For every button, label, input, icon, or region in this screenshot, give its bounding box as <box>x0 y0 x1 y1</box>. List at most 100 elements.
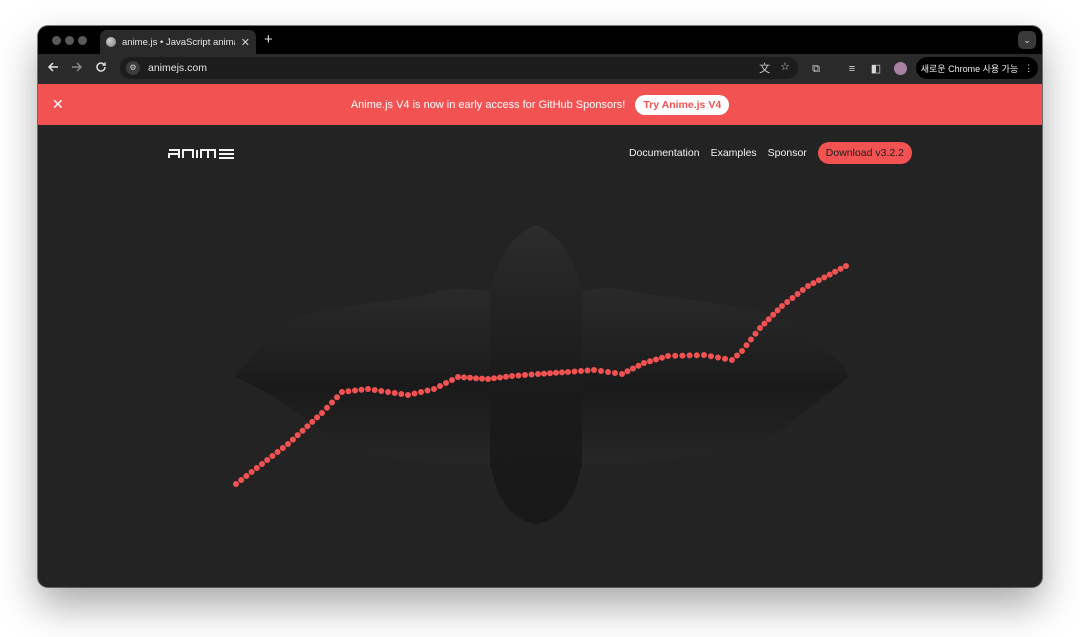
trail-dot <box>630 365 636 372</box>
trail-dot <box>612 370 618 376</box>
puzzle-icon[interactable]: ⧉ <box>808 60 824 78</box>
trail-dot <box>799 287 806 293</box>
star-icon[interactable]: ☆ <box>780 60 790 76</box>
trail-dot <box>279 445 286 451</box>
trail-dot <box>584 367 591 374</box>
site-page: anime Documentation Examples Sponsor Dow… <box>38 125 1042 587</box>
trail-dot <box>553 369 559 376</box>
translate-icon[interactable]: 文 <box>759 60 770 76</box>
browser-toolbar: ⚙ animejs.com 文 ☆ ⧉ ≡ ◧ 새로운 Chrome 사용 가능… <box>38 54 1042 84</box>
trail-dot <box>385 389 391 395</box>
trail-dot <box>443 380 449 386</box>
minimize-window-button[interactable] <box>65 36 74 45</box>
sponsor-banner: ✕ Anime.js V4 is now in early access for… <box>38 84 1042 125</box>
trail-dot <box>729 357 735 363</box>
close-window-button[interactable] <box>52 36 61 45</box>
trail-dot <box>578 368 584 374</box>
trail-dot <box>294 432 301 439</box>
kebab-menu-icon[interactable]: ⋮ <box>1024 63 1033 74</box>
trail-dot <box>810 280 817 287</box>
trail-dot <box>264 457 271 463</box>
tab-search-button[interactable]: ⌄ <box>1018 31 1036 49</box>
trail-dot <box>365 386 371 392</box>
trail-dot <box>329 399 335 406</box>
trail-dot <box>528 371 535 378</box>
trail-dot <box>431 386 437 392</box>
trail-dot <box>304 423 311 430</box>
back-button[interactable] <box>44 60 62 78</box>
trail-dot <box>378 388 385 394</box>
trail-dot <box>686 352 693 359</box>
arrow-left-icon <box>47 62 58 72</box>
trail-dot <box>339 389 345 395</box>
trail-dot <box>449 377 455 383</box>
trail-dot <box>473 375 479 382</box>
trail-dot <box>653 356 659 363</box>
trail-dot <box>770 311 777 318</box>
trail-dot <box>815 277 822 284</box>
trail-dot <box>765 316 772 323</box>
trail-dot <box>424 387 431 394</box>
trail-dot <box>289 436 296 443</box>
trail-dot <box>832 268 839 275</box>
wave-shape-left <box>234 289 490 465</box>
banner-message: Anime.js V4 is now in early access for G… <box>350 98 626 111</box>
tune-icon[interactable]: ⚙ <box>126 61 140 75</box>
trail-dot <box>253 465 260 471</box>
trail-dot <box>259 461 265 467</box>
trail-dot <box>672 352 679 359</box>
trail-dot <box>784 299 791 305</box>
trail-dot <box>701 352 707 358</box>
tab-strip: anime.js • JavaScript animati ✕ + ⌄ <box>38 26 1042 54</box>
trail-dot <box>461 374 467 381</box>
chrome-update-label: 새로운 Chrome 사용 가능 <box>920 63 1019 74</box>
trail-dot <box>635 362 642 369</box>
trail-dot <box>334 394 340 401</box>
browser-window: anime.js • JavaScript animati ✕ + ⌄ ⚙ an… <box>38 26 1042 587</box>
tab-animejs[interactable]: anime.js • JavaScript animati ✕ <box>100 30 256 54</box>
trail-dot <box>309 418 316 425</box>
new-tab-button[interactable]: + <box>264 30 273 50</box>
trail-dot <box>405 392 411 398</box>
trail-dot <box>748 336 754 343</box>
close-icon[interactable]: ✕ <box>52 96 64 113</box>
try-v4-button[interactable]: Try Anime.js V4 <box>635 94 730 115</box>
trail-dot <box>274 449 281 455</box>
trail-dot <box>547 370 553 377</box>
trail-dot <box>455 374 461 380</box>
trail-dot <box>665 353 671 359</box>
zoom-window-button[interactable] <box>78 36 87 45</box>
trail-dot <box>411 390 418 397</box>
url-text: animejs.com <box>148 62 207 74</box>
media-queue-icon[interactable]: ≡ <box>844 60 860 78</box>
trail-dot <box>324 404 330 411</box>
trail-dot <box>734 352 740 359</box>
trail-dot <box>708 353 714 360</box>
trail-dot <box>285 441 291 447</box>
trail-dot <box>398 391 405 397</box>
tab-close-icon[interactable]: ✕ <box>241 36 250 49</box>
trail-dot <box>843 263 849 269</box>
tab-title: anime.js • JavaScript animati <box>122 36 235 48</box>
trail-dot <box>722 355 728 362</box>
trail-dot <box>479 375 485 382</box>
trail-dot <box>559 369 565 376</box>
trail-dot <box>248 469 255 475</box>
trail-dot <box>752 330 759 337</box>
side-panel-icon[interactable]: ◧ <box>868 60 884 78</box>
hero-animation <box>233 225 850 524</box>
trail-dot <box>352 387 358 394</box>
trail-dot <box>739 348 745 354</box>
trail-dot <box>345 388 352 395</box>
address-bar[interactable]: ⚙ animejs.com 文 ☆ <box>120 57 798 79</box>
trail-dot <box>761 320 768 327</box>
trail-dot <box>243 473 250 479</box>
chrome-update-button[interactable]: 새로운 Chrome 사용 가능 ⋮ <box>916 57 1038 79</box>
trail-dot <box>319 410 325 416</box>
trail-dot <box>238 477 245 483</box>
profile-avatar[interactable] <box>894 62 907 75</box>
trail-dot <box>522 372 528 378</box>
trail-dot <box>515 372 522 379</box>
forward-button[interactable] <box>68 60 86 78</box>
reload-button[interactable] <box>92 60 110 78</box>
